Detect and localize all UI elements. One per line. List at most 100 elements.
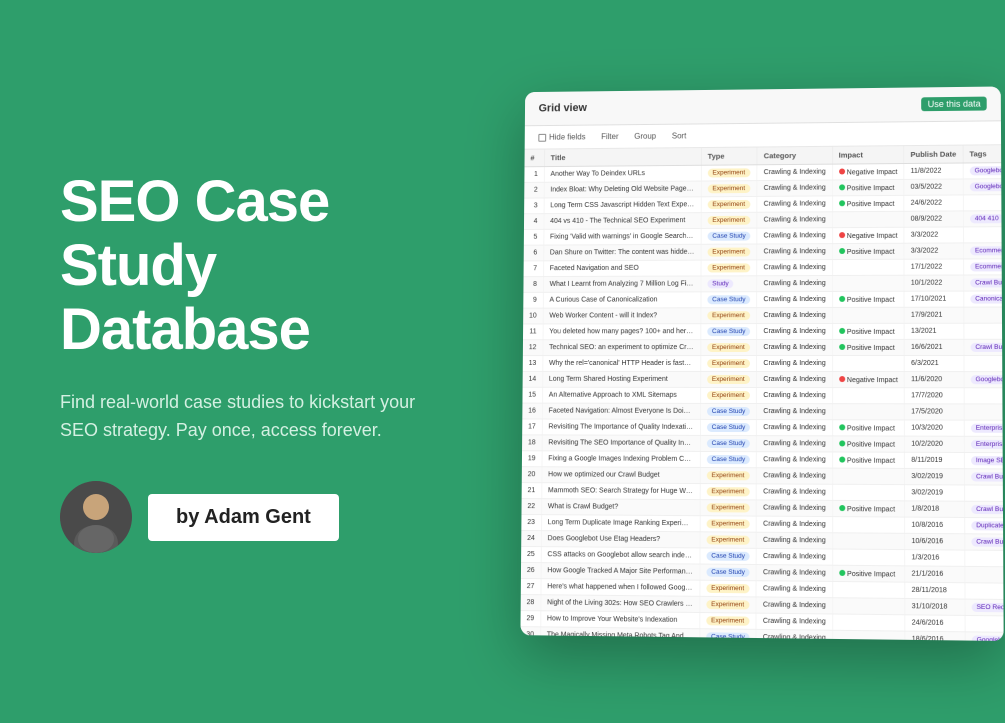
- cell-date: 03/5/2022: [904, 179, 963, 195]
- author-name-box: by Adam Gent: [148, 494, 339, 541]
- cell-date: 8/11/2019: [905, 452, 964, 468]
- spreadsheet-wrapper: Grid view Use this data Hide fields Filt…: [520, 86, 1003, 641]
- cell-title: Fixing a Google Images Indexing Problem …: [542, 451, 700, 468]
- cell-title: Another Way To Deindex URLs: [544, 165, 701, 182]
- cell-date: 11/6/2020: [904, 372, 963, 388]
- cell-num: 9: [523, 292, 543, 308]
- cell-impact: [832, 630, 905, 641]
- cell-category: Crawling & Indexing: [757, 307, 832, 323]
- cell-category: Crawling & Indexing: [757, 548, 833, 565]
- cell-category: Crawling & Indexing: [757, 339, 832, 355]
- cell-category: Crawling & Indexing: [757, 260, 832, 276]
- cell-date: 17/1/2022: [904, 259, 963, 275]
- cell-category: Crawling & Indexing: [756, 565, 832, 582]
- cell-category: Crawling & Indexing: [757, 468, 833, 484]
- cell-tag: [964, 355, 1004, 371]
- sort-button[interactable]: Sort: [668, 129, 690, 142]
- filter-button[interactable]: Filter: [597, 130, 622, 143]
- cell-tag: [964, 388, 1004, 404]
- cell-title: A Curious Case of Canonicalization: [543, 292, 701, 308]
- cell-type: Experiment: [700, 613, 757, 630]
- cell-type: Case Study: [701, 228, 757, 244]
- cell-date: 3/3/2022: [904, 227, 963, 243]
- cell-date: 28/11/2018: [905, 582, 965, 599]
- table-row: 10Web Worker Content - will it Index?Exp…: [523, 307, 1004, 324]
- cell-num: 15: [522, 387, 542, 403]
- table-row: 16Faceted Navigation: Almost Everyone Is…: [522, 403, 1003, 420]
- cell-impact: Negative Impact: [832, 372, 904, 388]
- cell-date: 24/6/2016: [905, 615, 965, 632]
- cell-title: You deleted how many pages? 100+ and her…: [543, 324, 701, 340]
- hide-fields-button[interactable]: Hide fields: [534, 130, 589, 143]
- cell-tag: SEO Redirects: [965, 599, 1004, 616]
- cell-title: An Alternative Approach to XML Sitemaps: [542, 387, 700, 403]
- cell-title: What I Learnt from Analyzing 7 Million L…: [543, 276, 701, 292]
- table-row: 15An Alternative Approach to XML Sitemap…: [522, 387, 1003, 404]
- cell-tag: Crawl Budget: [964, 501, 1003, 518]
- cell-title: The Magically Missing Meta Robots Tag An…: [540, 627, 699, 641]
- cell-impact: Positive Impact: [832, 452, 904, 468]
- cell-title: Revisiting The Importance of Quality Ind…: [542, 419, 700, 435]
- cell-category: Crawling & Indexing: [757, 404, 833, 420]
- cell-title: 404 vs 410 - The Technical SEO Experimen…: [544, 213, 701, 230]
- cell-date: 3/02/2019: [905, 485, 965, 502]
- cell-tag: Enterprise SE: [964, 436, 1004, 452]
- cell-category: Crawling & Indexing: [757, 212, 832, 228]
- cell-num: 8: [523, 277, 543, 293]
- data-table: # Title Type Category Impact Publish Dat…: [520, 145, 1003, 641]
- cell-tag: Duplicates: [964, 517, 1003, 534]
- cell-date: 21/1/2016: [905, 566, 965, 583]
- cell-date: 1/3/2016: [905, 550, 965, 567]
- cell-type: Experiment: [701, 308, 757, 324]
- avatar: [60, 481, 132, 553]
- cell-category: Crawling & Indexing: [757, 484, 833, 501]
- use-data-button[interactable]: Use this data: [922, 97, 987, 112]
- cell-tag: [964, 307, 1004, 323]
- left-section: SEO Case Study Database Find real-world …: [60, 170, 480, 553]
- col-type: Type: [701, 147, 757, 165]
- cell-title: Revisiting The SEO Importance of Quality…: [542, 435, 700, 452]
- cell-tag: Ecommerce: [963, 243, 1003, 259]
- main-container: SEO Case Study Database Find real-world …: [0, 0, 1005, 723]
- cell-type: Experiment: [701, 244, 757, 260]
- table-row: 12Technical SEO: an experiment to optimi…: [523, 339, 1004, 355]
- table-body: 1Another Way To Deindex URLsExperimentCr…: [520, 162, 1003, 641]
- table-row: 13Why the rel='canonical' HTTP Header is…: [523, 355, 1004, 371]
- group-button[interactable]: Group: [630, 130, 660, 143]
- cell-tag: Googlebot: [964, 372, 1004, 388]
- cell-num: 30: [520, 627, 540, 641]
- cell-tag: Googlebot: [965, 632, 1004, 641]
- cell-title: Dan Shure on Twitter: The content was hi…: [544, 244, 701, 261]
- cell-impact: [832, 549, 905, 566]
- cell-tag: Ecommerce: [963, 259, 1003, 275]
- cell-tag: [965, 615, 1004, 632]
- cell-date: 10/3/2020: [905, 420, 964, 436]
- cell-type: Experiment: [701, 165, 757, 181]
- cell-date: 3/3/2022: [904, 243, 963, 259]
- cell-num: 25: [521, 546, 541, 562]
- cell-type: Experiment: [700, 532, 757, 549]
- cell-title: Technical SEO: an experiment to optimize…: [543, 340, 701, 356]
- cell-title: What is Crawl Budget?: [541, 499, 700, 516]
- cell-type: Experiment: [700, 484, 757, 500]
- table-container: # Title Type Category Impact Publish Dat…: [520, 145, 1003, 641]
- cell-type: Case Study: [700, 564, 757, 581]
- cell-num: 14: [523, 371, 543, 387]
- table-row: 11You deleted how many pages? 100+ and h…: [523, 323, 1004, 340]
- cell-impact: [832, 517, 905, 534]
- cell-impact: Positive Impact: [832, 179, 904, 195]
- cell-category: Crawling & Indexing: [757, 275, 832, 291]
- cell-title: Long Term CSS Javascript Hidden Text Exp…: [544, 197, 701, 214]
- cell-date: 18/6/2016: [905, 631, 965, 641]
- cell-title: How to Improve Your Website's Indexation: [541, 611, 700, 629]
- cell-date: 16/6/2021: [904, 339, 963, 355]
- cell-category: Crawling & Indexing: [757, 228, 832, 244]
- cell-num: 5: [524, 229, 544, 245]
- cell-category: Crawling & Indexing: [757, 436, 833, 452]
- col-tags: Tags: [963, 145, 1004, 163]
- cell-type: Experiment: [700, 516, 757, 533]
- cell-impact: [832, 388, 904, 404]
- cell-category: Crawling & Indexing: [757, 371, 832, 387]
- cell-type: Experiment: [701, 212, 757, 228]
- cell-date: 08/9/2022: [904, 211, 963, 227]
